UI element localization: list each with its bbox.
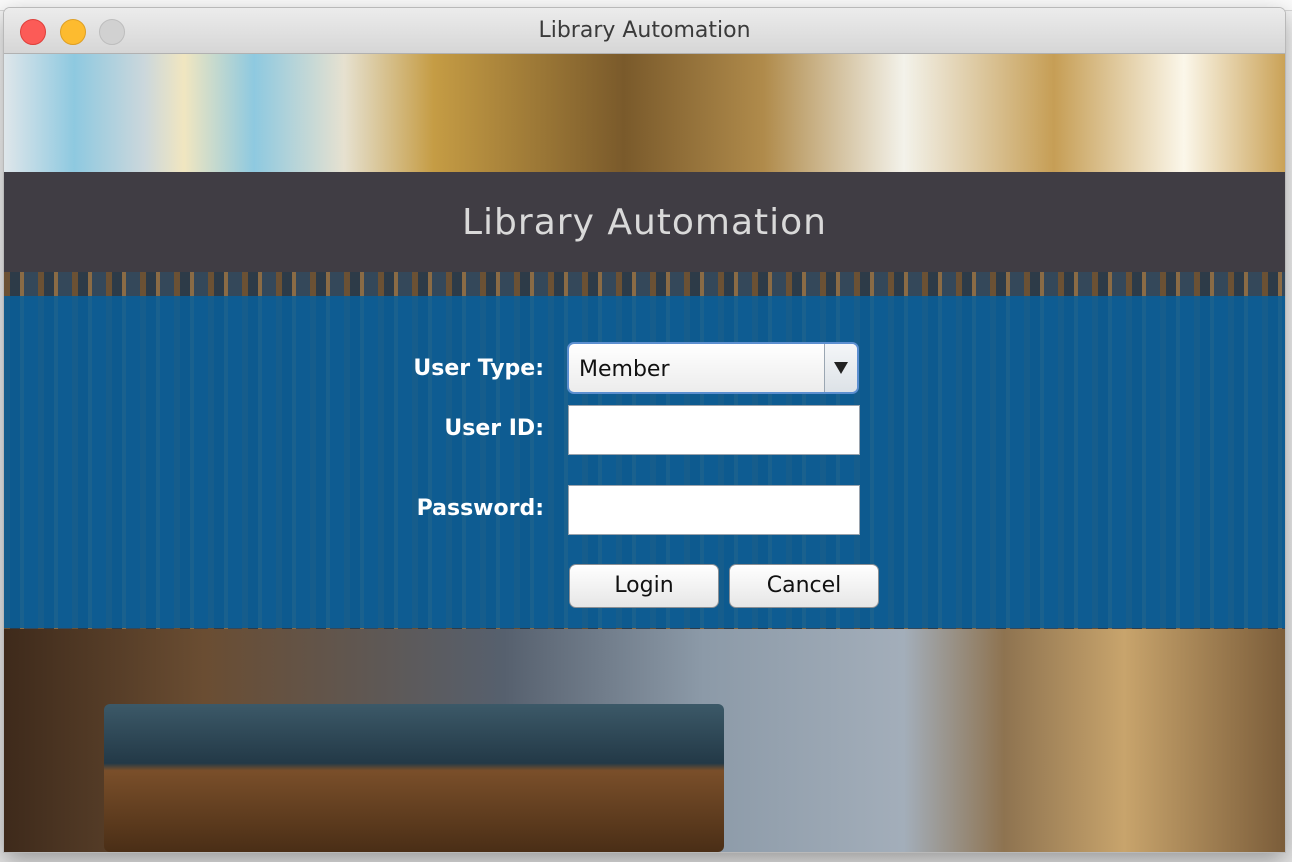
login-window: Library Automation Library Automation Us… — [4, 8, 1285, 852]
window-titlebar[interactable]: Library Automation — [4, 8, 1285, 54]
app-heading: Library Automation — [462, 202, 827, 243]
user-type-selected-value: Member — [579, 357, 670, 382]
window-title: Library Automation — [538, 18, 751, 43]
password-input[interactable] — [568, 485, 860, 535]
login-button[interactable]: Login — [569, 564, 719, 608]
user-type-label: User Type: — [413, 356, 544, 381]
window-content: Library Automation User Type: Member Use… — [4, 54, 1285, 852]
library-ceiling-area — [4, 54, 1285, 174]
password-label: Password: — [416, 496, 544, 521]
cancel-button[interactable]: Cancel — [729, 564, 879, 608]
header-banner: Library Automation — [4, 172, 1285, 272]
library-desk-area — [104, 704, 724, 852]
dropdown-arrow-icon[interactable] — [824, 344, 857, 392]
user-id-label: User ID: — [444, 416, 544, 441]
user-type-select[interactable]: Member — [567, 342, 859, 394]
user-id-input[interactable] — [568, 405, 860, 455]
